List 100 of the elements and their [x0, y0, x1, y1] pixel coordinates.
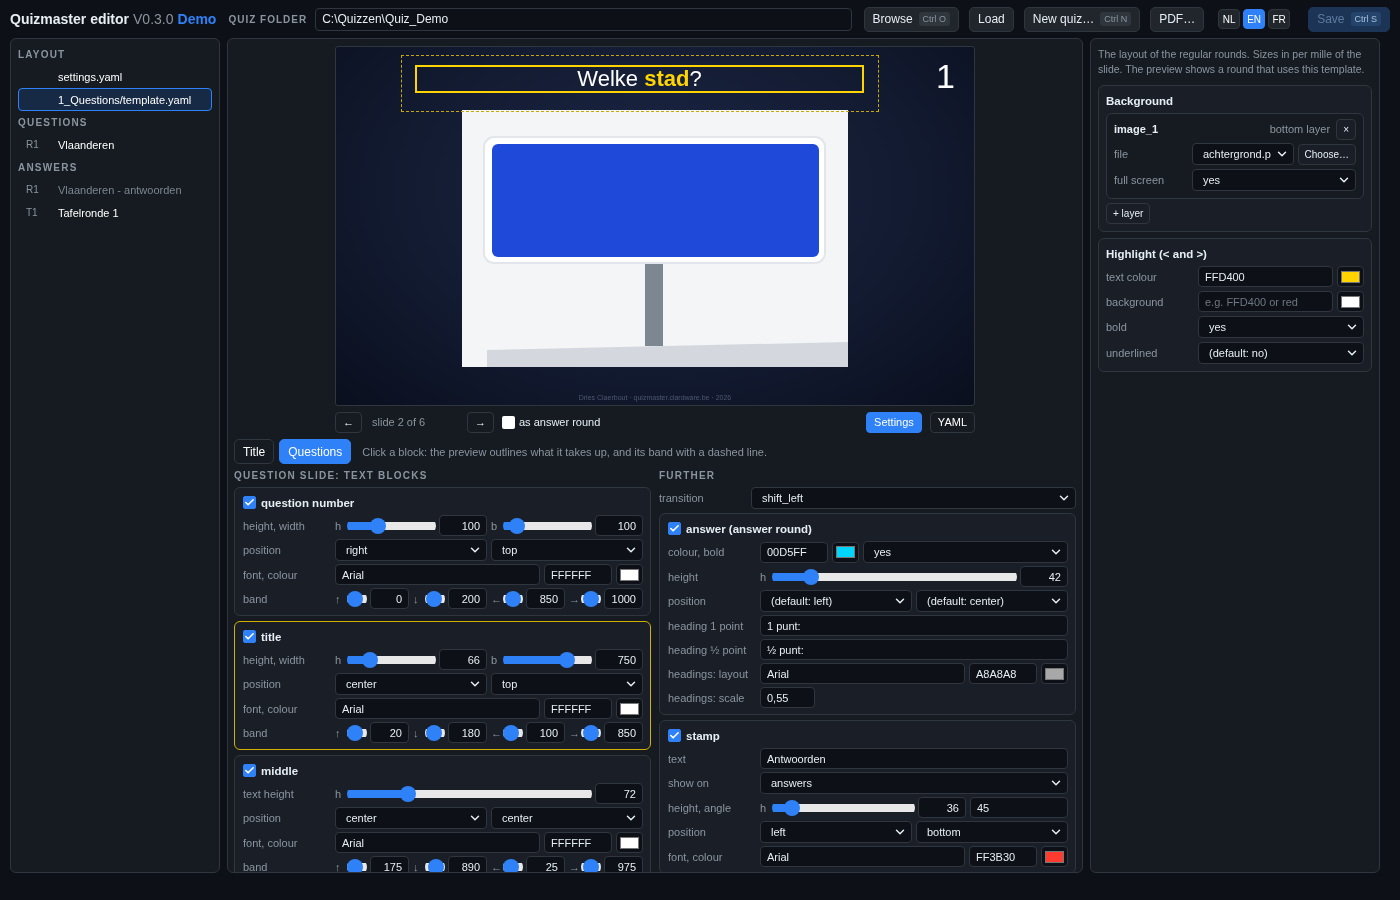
number-field[interactable]: 25: [526, 856, 565, 872]
block-title: answer (answer round): [686, 522, 812, 535]
number-field[interactable]: 100: [439, 515, 487, 536]
dropdown[interactable]: yes: [1192, 169, 1356, 191]
arrow-label: ←: [491, 592, 500, 605]
next-button[interactable]: →: [467, 411, 494, 433]
block-card[interactable]: answer (answer round) colour, bold 00D5FF yes height h 42 position (default: left) (default: center) heading 1 point 1 punt: heading ½ point ½ punt: headings: layout Arial A8A8A8 headings: scale 0,55: [659, 513, 1076, 715]
block-card[interactable]: question number height, width h 100 b 100 position right top font, colour Arial FFFFFF band ↑ 0 ↓ 200 ← 850 → 1000: [234, 487, 651, 616]
colour-field[interactable]: FF3B30: [969, 846, 1037, 867]
text-field[interactable]: Arial: [335, 564, 540, 585]
dropdown[interactable]: center: [335, 673, 487, 695]
choose-button[interactable]: Choose…: [1297, 143, 1356, 165]
colour-field[interactable]: 00D5FF: [760, 541, 828, 563]
section-heading: LAYOUT: [18, 49, 67, 60]
number-field[interactable]: 200: [448, 588, 487, 609]
number-field[interactable]: 890: [448, 856, 487, 872]
number-field[interactable]: 1000: [604, 588, 643, 609]
folder-label: QUIZ FOLDER: [228, 13, 308, 25]
edition-label: Demo: [177, 11, 217, 27]
sidebar-item[interactable]: 1_Questions/template.yaml: [18, 88, 212, 111]
app-title: Quizmaster editor: [10, 11, 130, 27]
toolbar-button[interactable]: Load: [969, 6, 1014, 32]
dropdown[interactable]: answers: [760, 772, 1068, 794]
toolbar-button[interactable]: Browse Ctrl O: [863, 6, 960, 32]
dropdown[interactable]: (default: center): [916, 590, 1068, 612]
language-button[interactable]: EN: [1243, 9, 1266, 29]
language-button[interactable]: NL: [1218, 9, 1241, 29]
field-label: heading ½ point: [668, 643, 748, 656]
sidebar-item[interactable]: R1 Vlaanderen: [18, 133, 212, 156]
view-toggle[interactable]: YAML: [929, 411, 975, 433]
colour-field[interactable]: FFFFFF: [544, 832, 612, 853]
slider-prefix: h: [335, 519, 343, 532]
dropdown[interactable]: yes: [1198, 316, 1364, 338]
block-title: title: [261, 630, 282, 643]
number-field[interactable]: 850: [526, 588, 565, 609]
arrow-label: →: [569, 592, 578, 605]
block-card[interactable]: stamp text Antwoorden show on answers height, angle h 36 45 position left bottom font, colour Arial FF3B30: [659, 720, 1076, 872]
number-field[interactable]: 750: [595, 649, 643, 670]
dropdown[interactable]: yes: [863, 541, 1068, 563]
remove-button[interactable]: ×: [1336, 118, 1356, 140]
field-label: band: [243, 860, 269, 872]
layer-position: bottom layer: [1269, 123, 1331, 135]
dropdown[interactable]: shift_left: [751, 486, 1076, 509]
number-field[interactable]: 100: [526, 722, 565, 743]
dropdown[interactable]: right: [335, 539, 487, 561]
dropdown[interactable]: bottom: [916, 821, 1068, 843]
dropdown[interactable]: (default: no): [1198, 342, 1364, 364]
text-field[interactable]: 1 punt:: [760, 615, 1068, 636]
dropdown[interactable]: left: [760, 821, 912, 843]
previous-button[interactable]: ←: [335, 411, 362, 433]
field-label: text colour: [1106, 270, 1158, 283]
text-field[interactable]: ½ punt:: [760, 639, 1068, 660]
block-card[interactable]: middle text height h 72 position center center font, colour Arial FFFFFF band ↑ 175 ↓ 890 ← 25 → 975: [234, 755, 651, 872]
number-field[interactable]: 42: [1020, 566, 1068, 587]
number-field[interactable]: 0: [370, 588, 409, 609]
field-label: font, colour: [243, 836, 299, 849]
dropdown[interactable]: top: [491, 539, 643, 561]
view-toggle[interactable]: Settings: [866, 411, 922, 433]
colour-field[interactable]: FFFFFF: [544, 564, 612, 585]
text-field[interactable]: Antwoorden: [760, 748, 1068, 769]
text-field[interactable]: e.g. FFD400 or red: [1198, 291, 1333, 312]
toolbar-button[interactable]: PDF…: [1150, 6, 1205, 32]
block-card[interactable]: title height, width h 66 b 750 position center top font, colour Arial FFFFFF band ↑ 20 ↓ 180 ← 100 → 850: [234, 621, 651, 750]
dropdown[interactable]: center: [491, 807, 643, 829]
text-field[interactable]: Arial: [760, 846, 965, 867]
number-field[interactable]: 0,55: [760, 687, 815, 708]
field-label: height: [668, 570, 699, 583]
number-field[interactable]: 180: [448, 722, 487, 743]
language-button[interactable]: FR: [1268, 9, 1291, 29]
text-field[interactable]: Arial: [335, 698, 540, 719]
slider-prefix: h: [335, 653, 343, 666]
colour-field[interactable]: A8A8A8: [969, 663, 1037, 684]
dropdown[interactable]: top: [491, 673, 643, 695]
number-field[interactable]: 20: [370, 722, 409, 743]
number-field[interactable]: 100: [595, 515, 643, 536]
sidebar-item[interactable]: T1 Tafelronde 1: [18, 201, 212, 224]
number-field[interactable]: 72: [595, 783, 643, 804]
number-field[interactable]: 175: [370, 856, 409, 872]
text-field[interactable]: Arial: [760, 663, 965, 684]
dropdown[interactable]: (default: left): [760, 590, 912, 612]
field-label: full screen: [1114, 174, 1166, 186]
add-layer-button[interactable]: + layer: [1106, 203, 1151, 224]
number-field[interactable]: 36: [918, 797, 966, 818]
dropdown[interactable]: center: [335, 807, 487, 829]
round-code: R1: [26, 139, 40, 150]
colour-field[interactable]: FFFFFF: [544, 698, 612, 719]
item-label: settings.yaml: [58, 70, 123, 83]
slider-prefix: b: [491, 653, 499, 666]
text-field[interactable]: FFD400: [1198, 266, 1333, 287]
number-field[interactable]: 850: [604, 722, 643, 743]
text-field[interactable]: Arial: [335, 832, 540, 853]
tab[interactable]: Title: [234, 439, 275, 464]
dropdown[interactable]: achtergrond.p: [1192, 143, 1294, 165]
toolbar-button[interactable]: New quiz… Ctrl N: [1023, 6, 1141, 32]
number-field[interactable]: 66: [439, 649, 487, 670]
sidebar-item[interactable]: settings.yaml: [18, 65, 212, 88]
folder-field[interactable]: C:\Quizzen\Quiz_Demo: [315, 7, 852, 31]
tab[interactable]: Questions: [279, 439, 352, 464]
angle-field[interactable]: 45: [970, 797, 1068, 818]
number-field[interactable]: 975: [604, 856, 643, 872]
